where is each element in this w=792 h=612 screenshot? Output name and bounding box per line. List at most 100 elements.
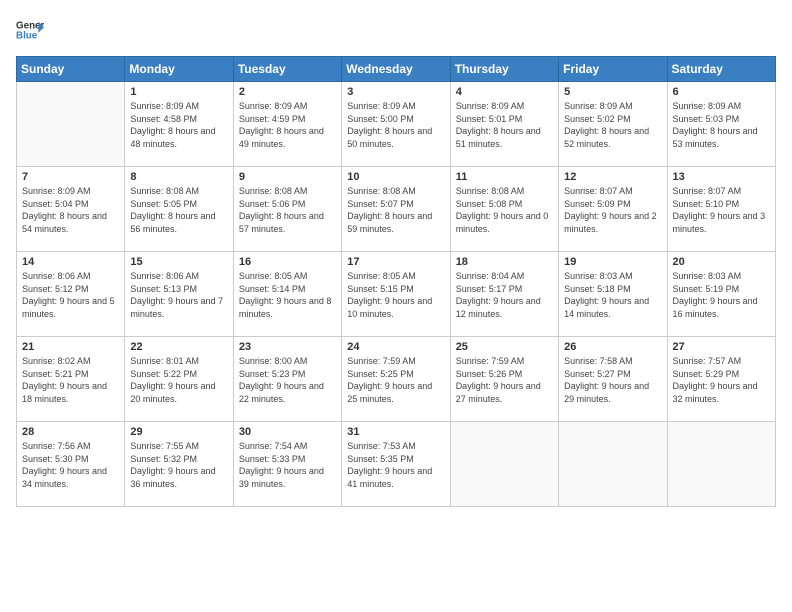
- calendar-day-cell: 10 Sunrise: 8:08 AMSunset: 5:07 PMDayligh…: [342, 167, 450, 252]
- day-info: Sunrise: 7:58 AMSunset: 5:27 PMDaylight:…: [564, 355, 661, 405]
- calendar-week-row: 7 Sunrise: 8:09 AMSunset: 5:04 PMDaylight…: [17, 167, 776, 252]
- calendar-day-cell: 18 Sunrise: 8:04 AMSunset: 5:17 PMDayligh…: [450, 252, 558, 337]
- day-info: Sunrise: 8:02 AMSunset: 5:21 PMDaylight:…: [22, 355, 119, 405]
- day-info: Sunrise: 7:54 AMSunset: 5:33 PMDaylight:…: [239, 440, 336, 490]
- page-header: General Blue: [16, 16, 776, 44]
- day-info: Sunrise: 8:03 AMSunset: 5:18 PMDaylight:…: [564, 270, 661, 320]
- logo: General Blue: [16, 16, 48, 44]
- day-number: 23: [239, 341, 336, 353]
- day-number: 29: [130, 426, 227, 438]
- day-info: Sunrise: 8:09 AMSunset: 5:04 PMDaylight:…: [22, 185, 119, 235]
- day-number: 18: [456, 256, 553, 268]
- day-info: Sunrise: 8:05 AMSunset: 5:14 PMDaylight:…: [239, 270, 336, 320]
- day-number: 8: [130, 171, 227, 183]
- calendar-day-cell: 7 Sunrise: 8:09 AMSunset: 5:04 PMDaylight…: [17, 167, 125, 252]
- day-number: 1: [130, 86, 227, 98]
- calendar-day-cell: 22 Sunrise: 8:01 AMSunset: 5:22 PMDayligh…: [125, 337, 233, 422]
- calendar-day-cell: 29 Sunrise: 7:55 AMSunset: 5:32 PMDayligh…: [125, 422, 233, 507]
- calendar-day-cell: 31 Sunrise: 7:53 AMSunset: 5:35 PMDayligh…: [342, 422, 450, 507]
- day-number: 11: [456, 171, 553, 183]
- day-info: Sunrise: 8:03 AMSunset: 5:19 PMDaylight:…: [673, 270, 770, 320]
- day-number: 16: [239, 256, 336, 268]
- calendar-day-cell: 23Sunrise: 8:00 AMSunset: 5:23 PMDayligh…: [233, 337, 341, 422]
- day-number: 27: [673, 341, 770, 353]
- day-info: Sunrise: 8:09 AMSunset: 5:01 PMDaylight:…: [456, 100, 553, 150]
- day-number: 31: [347, 426, 444, 438]
- day-number: 26: [564, 341, 661, 353]
- day-info: Sunrise: 8:07 AMSunset: 5:09 PMDaylight:…: [564, 185, 661, 235]
- calendar-day-cell: 16 Sunrise: 8:05 AMSunset: 5:14 PMDayligh…: [233, 252, 341, 337]
- day-info: Sunrise: 8:05 AMSunset: 5:15 PMDaylight:…: [347, 270, 444, 320]
- day-info: Sunrise: 7:53 AMSunset: 5:35 PMDaylight:…: [347, 440, 444, 490]
- day-number: 13: [673, 171, 770, 183]
- day-info: Sunrise: 8:08 AMSunset: 5:05 PMDaylight:…: [130, 185, 227, 235]
- day-info: Sunrise: 7:56 AMSunset: 5:30 PMDaylight:…: [22, 440, 119, 490]
- day-info: Sunrise: 7:59 AMSunset: 5:26 PMDaylight:…: [456, 355, 553, 405]
- logo-icon: General Blue: [16, 16, 44, 44]
- day-info: Sunrise: 8:09 AMSunset: 5:00 PMDaylight:…: [347, 100, 444, 150]
- day-info: Sunrise: 8:06 AMSunset: 5:13 PMDaylight:…: [130, 270, 227, 320]
- calendar-day-cell: 9 Sunrise: 8:08 AMSunset: 5:06 PMDaylight…: [233, 167, 341, 252]
- day-info: Sunrise: 8:08 AMSunset: 5:08 PMDaylight:…: [456, 185, 553, 235]
- calendar-day-cell: 8 Sunrise: 8:08 AMSunset: 5:05 PMDaylight…: [125, 167, 233, 252]
- calendar-day-header: Sunday: [17, 57, 125, 82]
- calendar-day-cell: 12Sunrise: 8:07 AMSunset: 5:09 PMDayligh…: [559, 167, 667, 252]
- calendar-day-header: Monday: [125, 57, 233, 82]
- day-number: 2: [239, 86, 336, 98]
- calendar-week-row: 21 Sunrise: 8:02 AMSunset: 5:21 PMDayligh…: [17, 337, 776, 422]
- calendar-day-cell: 2Sunrise: 8:09 AMSunset: 4:59 PMDaylight…: [233, 82, 341, 167]
- day-info: Sunrise: 8:07 AMSunset: 5:10 PMDaylight:…: [673, 185, 770, 235]
- day-info: Sunrise: 8:09 AMSunset: 4:58 PMDaylight:…: [130, 100, 227, 150]
- day-number: 14: [22, 256, 119, 268]
- calendar-day-cell: 1 Sunrise: 8:09 AMSunset: 4:58 PMDaylight…: [125, 82, 233, 167]
- day-number: 24: [347, 341, 444, 353]
- calendar-day-header: Friday: [559, 57, 667, 82]
- day-number: 3: [347, 86, 444, 98]
- calendar-day-cell: [667, 422, 775, 507]
- day-number: 7: [22, 171, 119, 183]
- calendar-header-row: SundayMondayTuesdayWednesdayThursdayFrid…: [17, 57, 776, 82]
- day-number: 10: [347, 171, 444, 183]
- calendar-week-row: 1 Sunrise: 8:09 AMSunset: 4:58 PMDaylight…: [17, 82, 776, 167]
- calendar-week-row: 14Sunrise: 8:06 AMSunset: 5:12 PMDayligh…: [17, 252, 776, 337]
- calendar-day-cell: 4 Sunrise: 8:09 AMSunset: 5:01 PMDaylight…: [450, 82, 558, 167]
- day-number: 22: [130, 341, 227, 353]
- day-number: 30: [239, 426, 336, 438]
- svg-text:Blue: Blue: [16, 30, 38, 41]
- day-info: Sunrise: 8:01 AMSunset: 5:22 PMDaylight:…: [130, 355, 227, 405]
- calendar-day-cell: 21 Sunrise: 8:02 AMSunset: 5:21 PMDayligh…: [17, 337, 125, 422]
- calendar-day-cell: 28 Sunrise: 7:56 AMSunset: 5:30 PMDayligh…: [17, 422, 125, 507]
- day-info: Sunrise: 8:04 AMSunset: 5:17 PMDaylight:…: [456, 270, 553, 320]
- calendar-day-header: Wednesday: [342, 57, 450, 82]
- calendar-day-header: Thursday: [450, 57, 558, 82]
- calendar-day-cell: [559, 422, 667, 507]
- calendar-day-cell: 30 Sunrise: 7:54 AMSunset: 5:33 PMDayligh…: [233, 422, 341, 507]
- day-number: 17: [347, 256, 444, 268]
- calendar-day-cell: 19 Sunrise: 8:03 AMSunset: 5:18 PMDayligh…: [559, 252, 667, 337]
- calendar-day-cell: 15 Sunrise: 8:06 AMSunset: 5:13 PMDayligh…: [125, 252, 233, 337]
- day-number: 9: [239, 171, 336, 183]
- calendar-week-row: 28 Sunrise: 7:56 AMSunset: 5:30 PMDayligh…: [17, 422, 776, 507]
- day-info: Sunrise: 7:55 AMSunset: 5:32 PMDaylight:…: [130, 440, 227, 490]
- day-info: Sunrise: 8:08 AMSunset: 5:07 PMDaylight:…: [347, 185, 444, 235]
- calendar-day-cell: [450, 422, 558, 507]
- day-info: Sunrise: 7:57 AMSunset: 5:29 PMDaylight:…: [673, 355, 770, 405]
- calendar-day-cell: 25 Sunrise: 7:59 AMSunset: 5:26 PMDayligh…: [450, 337, 558, 422]
- calendar-day-cell: 27 Sunrise: 7:57 AMSunset: 5:29 PMDayligh…: [667, 337, 775, 422]
- calendar-table: SundayMondayTuesdayWednesdayThursdayFrid…: [16, 56, 776, 507]
- calendar-day-cell: 20 Sunrise: 8:03 AMSunset: 5:19 PMDayligh…: [667, 252, 775, 337]
- day-number: 25: [456, 341, 553, 353]
- day-number: 21: [22, 341, 119, 353]
- day-number: 19: [564, 256, 661, 268]
- day-number: 6: [673, 86, 770, 98]
- calendar-day-cell: 11 Sunrise: 8:08 AMSunset: 5:08 PMDayligh…: [450, 167, 558, 252]
- day-number: 20: [673, 256, 770, 268]
- calendar-day-cell: 14Sunrise: 8:06 AMSunset: 5:12 PMDayligh…: [17, 252, 125, 337]
- day-info: Sunrise: 8:08 AMSunset: 5:06 PMDaylight:…: [239, 185, 336, 235]
- day-number: 4: [456, 86, 553, 98]
- day-number: 28: [22, 426, 119, 438]
- calendar-day-cell: 5Sunrise: 8:09 AMSunset: 5:02 PMDaylight…: [559, 82, 667, 167]
- day-number: 15: [130, 256, 227, 268]
- calendar-day-header: Saturday: [667, 57, 775, 82]
- day-info: Sunrise: 8:09 AMSunset: 5:03 PMDaylight:…: [673, 100, 770, 150]
